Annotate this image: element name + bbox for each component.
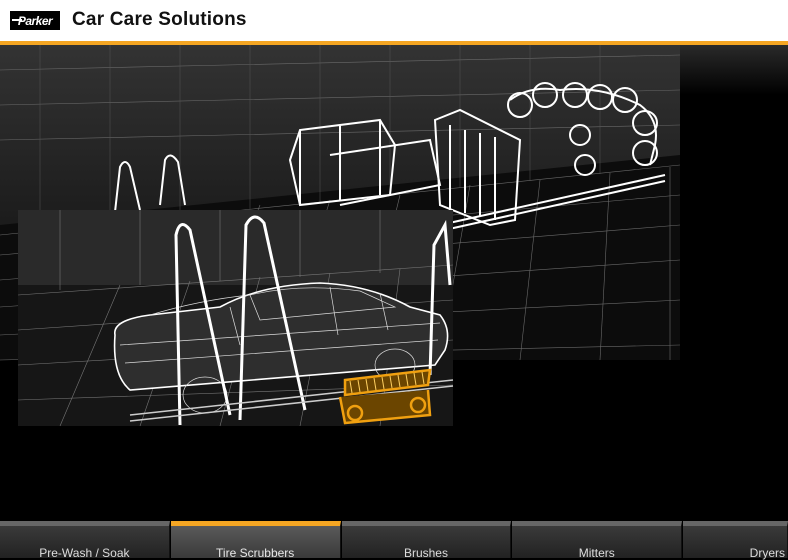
app-header: Parker Car Care Solutions (0, 0, 788, 45)
app-title: Car Care Solutions (72, 9, 247, 30)
tab-mitters[interactable]: Mitters (512, 521, 683, 560)
tab-tire-scrubbers[interactable]: Tire Scrubbers (170, 521, 341, 560)
tab-dryers[interactable]: Dryers (683, 521, 788, 560)
car-wash-wireframe-illustration (0, 45, 681, 427)
bottom-tab-bar: Pre-Wash / Soak Tire Scrubbers Brushes M… (0, 521, 788, 560)
logo-text: Parker (17, 13, 53, 28)
wireframe-scene[interactable] (0, 45, 788, 521)
tab-pre-wash-soak[interactable]: Pre-Wash / Soak (0, 521, 170, 560)
parker-logo-icon: Parker (10, 11, 60, 30)
tire-scrubber-highlight (338, 368, 432, 425)
tab-brushes[interactable]: Brushes (341, 521, 512, 560)
